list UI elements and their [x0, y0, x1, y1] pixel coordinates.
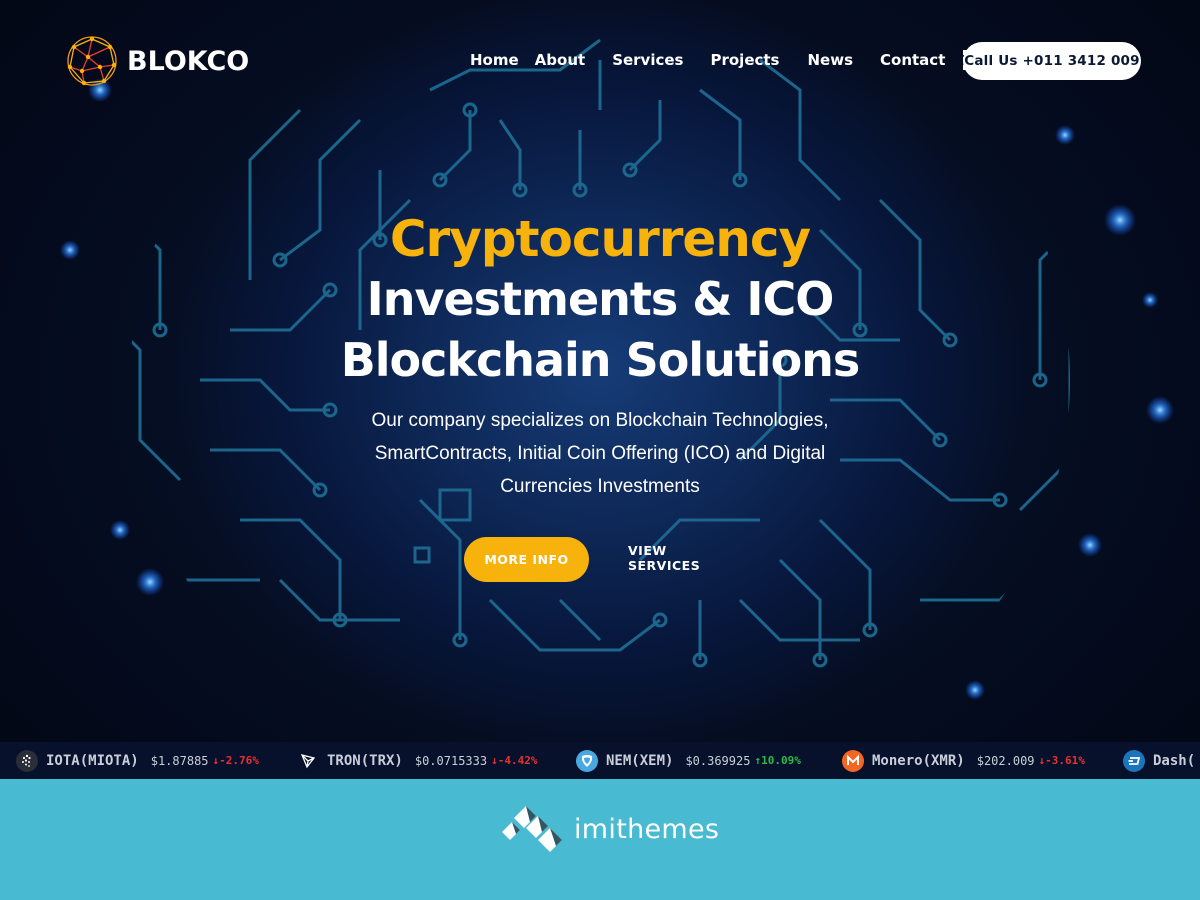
- ticker-item-monero[interactable]: Monero(XMR) $202.009 ↓-3.61%: [842, 742, 1085, 779]
- iota-icon: [16, 749, 38, 772]
- dash-icon: [1123, 749, 1145, 772]
- monero-icon: [842, 749, 864, 772]
- nav-news[interactable]: News: [808, 51, 854, 69]
- ticker-item-tron[interactable]: TRON(TRX) $0.0715333 ↓-4.42%: [297, 742, 537, 779]
- footer-banner: imithemes: [0, 779, 1200, 900]
- hero-section: BLOKCO Home About Services Projects News…: [0, 0, 1200, 742]
- brand-text: imithemes: [574, 813, 720, 845]
- coin-name: IOTA(MIOTA): [46, 752, 139, 769]
- ticker-item-dash[interactable]: Dash(: [1123, 742, 1200, 779]
- coin-change: ↓-3.61%: [1038, 754, 1085, 767]
- ticker-item-iota[interactable]: IOTA(MIOTA) $1.87885 ↓-2.76%: [16, 742, 259, 779]
- coin-price: $0.0715333: [414, 753, 488, 768]
- coin-price: $202.009: [976, 753, 1035, 768]
- coin-change: ↑10.09%: [754, 754, 801, 767]
- headline-cryptocurrency: Cryptocurrency: [389, 210, 811, 268]
- imithemes-logo-icon: [502, 806, 562, 852]
- logo-text: BLOKCO: [127, 45, 250, 77]
- coin-price: $0.369925: [685, 753, 751, 768]
- hero-description-line-2: SmartContracts, Initial Coin Offering (I…: [374, 443, 826, 464]
- tron-icon: [297, 749, 319, 772]
- coin-price: $1.87885: [150, 753, 209, 768]
- coin-name: Dash(: [1153, 752, 1196, 769]
- nav-home[interactable]: Home: [470, 51, 519, 69]
- hero-description-line-3: Currencies Investments: [500, 476, 700, 497]
- headline-blockchain: Blockchain Solutions: [340, 333, 861, 387]
- nem-icon: [576, 749, 598, 772]
- nav-services[interactable]: Services: [612, 51, 683, 69]
- logo[interactable]: BLOKCO: [64, 33, 249, 89]
- more-info-button[interactable]: MORE INFO: [464, 537, 589, 582]
- coin-name: NEM(XEM): [606, 752, 674, 769]
- hero-description-line-1: Our company specializes on Blockchain Te…: [371, 410, 829, 431]
- nav-about[interactable]: About: [535, 51, 586, 69]
- imithemes-brand[interactable]: imithemes: [500, 804, 719, 854]
- coin-name: Monero(XMR): [872, 752, 965, 769]
- nav-projects[interactable]: Projects: [710, 51, 779, 69]
- ticker-item-nem[interactable]: NEM(XEM) $0.369925 ↑10.09%: [576, 742, 801, 779]
- network-globe-icon: [67, 36, 117, 86]
- call-us-button[interactable]: Call Us +011 3412 009: [963, 42, 1141, 80]
- crypto-price-ticker: IOTA(MIOTA) $1.87885 ↓-2.76% TRON(TRX) $…: [0, 742, 1200, 779]
- coin-change: ↓-2.76%: [212, 754, 259, 767]
- coin-name: TRON(TRX): [327, 752, 403, 769]
- view-services-button[interactable]: VIEW SERVICES: [628, 543, 738, 573]
- main-nav: Home About Services Projects News Contac…: [470, 50, 983, 70]
- nav-contact[interactable]: Contact: [880, 51, 945, 69]
- headline-investments: Investments & ICO: [366, 272, 835, 326]
- coin-change: ↓-4.42%: [491, 754, 538, 767]
